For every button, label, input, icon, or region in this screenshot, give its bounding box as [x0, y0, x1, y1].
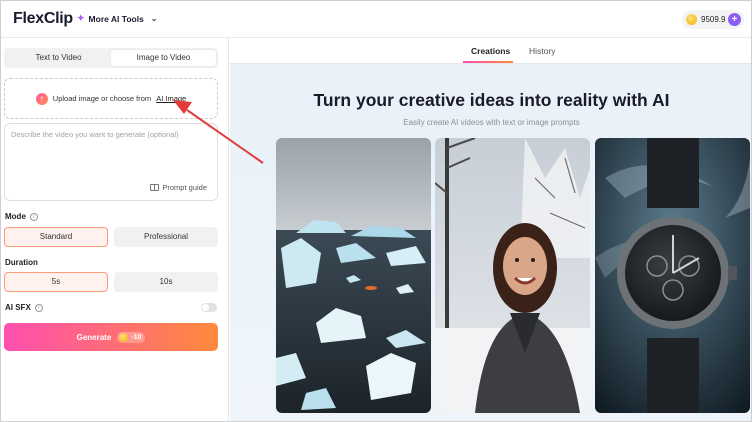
flexclip-logo[interactable]: FlexClip [13, 10, 73, 28]
prompt-guide-label: Prompt guide [162, 183, 207, 192]
app-window: FlexClip ✦ More AI Tools ⌄ 9509.9 + Text… [0, 0, 752, 422]
coin-icon [686, 14, 697, 25]
plus-icon[interactable]: + [728, 13, 741, 26]
watch-image [595, 138, 750, 413]
showcase-card-watch[interactable] [595, 138, 750, 413]
ai-sfx-toggle[interactable] [201, 303, 217, 312]
ai-image-link[interactable]: AI Image [156, 94, 186, 103]
info-icon[interactable]: i [29, 212, 38, 221]
mode-section-label: Mode i [5, 212, 38, 221]
duration-10s-option[interactable]: 10s [114, 272, 218, 292]
sparkle-icon: ✦ [77, 13, 85, 23]
mode-standard-option[interactable]: Standard [4, 227, 108, 247]
ai-sfx-label: AI SFX [5, 303, 31, 312]
upload-image-dropzone[interactable]: ↑ Upload image or choose from AI Image [4, 78, 218, 119]
generate-label: Generate [76, 332, 112, 342]
mode-tab-switcher: Text to Video Image to Video [4, 48, 218, 68]
hero-subtitle: Easily create AI videos with text or ima… [403, 118, 580, 127]
duration-5s-option[interactable]: 5s [4, 272, 108, 292]
upload-text: Upload image or choose from [52, 94, 152, 103]
ai-sfx-section-label: AI SFX i [5, 303, 43, 312]
showcase-area: Creations History Turn your creative ide… [230, 38, 751, 421]
icebergs-image [276, 138, 431, 413]
duration-section-label: Duration [5, 258, 38, 267]
generate-cost-value: -10 [131, 333, 142, 341]
showcase-tabs: Creations History [230, 38, 751, 64]
credits-value: 9509.9 [701, 15, 726, 24]
upload-icon: ↑ [35, 92, 48, 105]
tab-history[interactable]: History [529, 46, 555, 56]
logo-text: FlexClip [13, 10, 73, 27]
mode-label: Mode [5, 212, 26, 221]
more-ai-tools-menu[interactable]: ✦ More AI Tools ⌄ [77, 13, 158, 24]
coin-icon [119, 332, 129, 342]
tab-text-to-video[interactable]: Text to Video [6, 50, 111, 66]
prompt-box: Prompt guide [4, 123, 218, 201]
more-ai-tools-label: More AI Tools [88, 13, 144, 24]
showcase-card-icebergs[interactable] [276, 138, 431, 413]
showcase-card-snow-portrait[interactable] [435, 138, 590, 413]
mode-professional-option[interactable]: Professional [114, 227, 218, 247]
hero-title: Turn your creative ideas into reality wi… [313, 90, 670, 110]
active-tab-indicator [463, 61, 513, 63]
tab-creations[interactable]: Creations [471, 46, 510, 56]
duration-label: Duration [5, 258, 38, 267]
credits-badge[interactable]: 9509.9 + [682, 10, 744, 29]
info-icon[interactable]: i [34, 303, 43, 312]
top-bar: FlexClip ✦ More AI Tools ⌄ 9509.9 + [1, 1, 751, 38]
prompt-guide-button[interactable]: Prompt guide [150, 183, 207, 192]
prompt-input[interactable] [11, 130, 211, 174]
generator-panel: Text to Video Image to Video ↑ Upload im… [1, 38, 229, 421]
tab-image-to-video[interactable]: Image to Video [111, 50, 216, 66]
chevron-down-icon: ⌄ [150, 14, 158, 23]
book-icon [150, 184, 160, 191]
generate-cost-badge: -10 [117, 331, 146, 343]
snow-portrait-image [435, 138, 590, 413]
generate-button[interactable]: Generate -10 [4, 323, 218, 351]
